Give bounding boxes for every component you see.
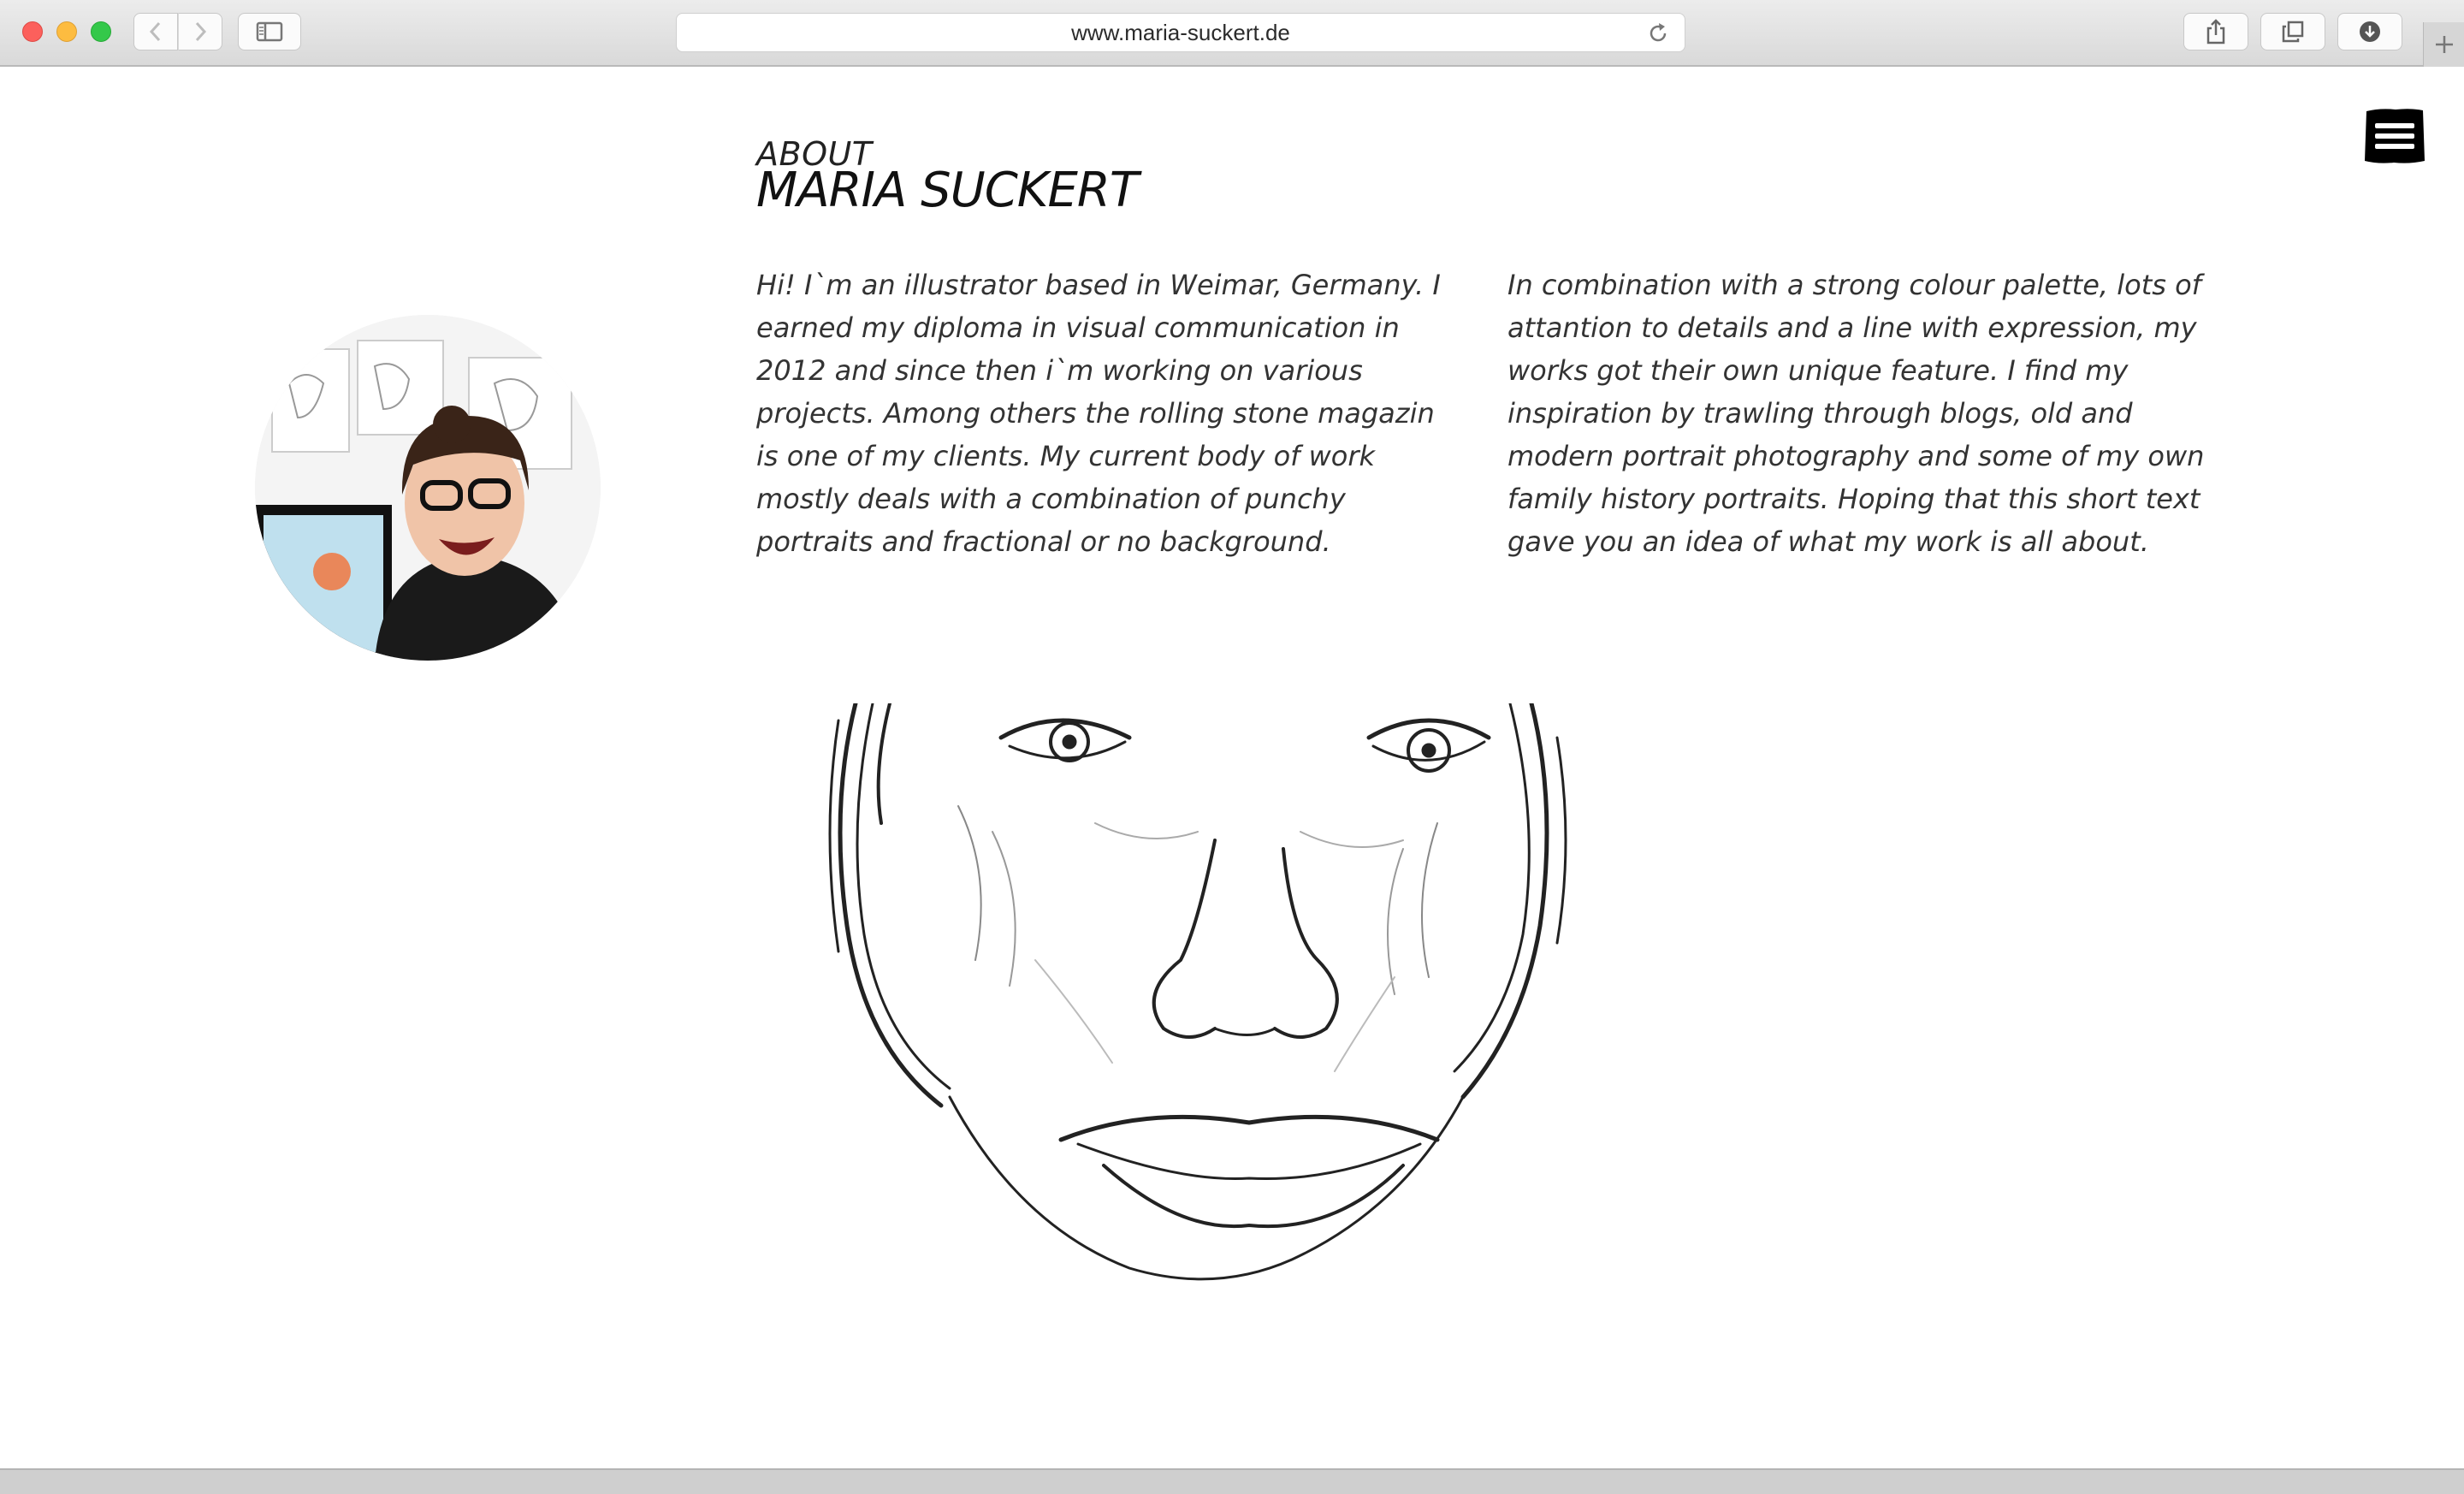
tabs-icon — [2282, 21, 2304, 43]
status-bar — [0, 1468, 2464, 1494]
browser-toolbar: www.maria-suckert.de — [0, 0, 2464, 67]
reload-icon[interactable] — [1647, 22, 1669, 44]
fullscreen-window-button[interactable] — [91, 21, 111, 42]
back-button[interactable] — [133, 13, 178, 50]
web-page: ABOUT MARIA SUCKERT Hi! I`m an illustrat… — [0, 68, 2464, 1468]
show-tabs-button[interactable] — [2260, 13, 2325, 50]
url-text: www.maria-suckert.de — [1071, 19, 1290, 45]
downloads-button[interactable] — [2337, 13, 2402, 50]
download-icon — [2360, 21, 2380, 42]
share-icon — [2206, 19, 2225, 44]
chevron-left-icon — [149, 21, 161, 42]
sidebar-icon — [256, 21, 283, 42]
address-bar[interactable]: www.maria-suckert.de — [676, 13, 1685, 52]
hamburger-menu-icon[interactable] — [2363, 106, 2426, 166]
minimize-window-button[interactable] — [56, 21, 77, 42]
about-text-left: Hi! I`m an illustrator based in Weimar, … — [756, 269, 1441, 558]
portrait-sketch-illustration — [828, 703, 1567, 1281]
about-text-right: In combination with a strong colour pale… — [1507, 269, 2205, 558]
close-window-button[interactable] — [22, 21, 43, 42]
forward-button[interactable] — [178, 13, 222, 50]
plus-icon — [2435, 36, 2453, 53]
page-title: MARIA SUCKERT — [756, 163, 1139, 218]
avatar — [255, 315, 601, 661]
new-tab-button[interactable] — [2423, 22, 2464, 67]
share-button[interactable] — [2183, 13, 2248, 50]
sidebar-button[interactable] — [238, 13, 301, 50]
chevron-right-icon — [195, 21, 207, 42]
